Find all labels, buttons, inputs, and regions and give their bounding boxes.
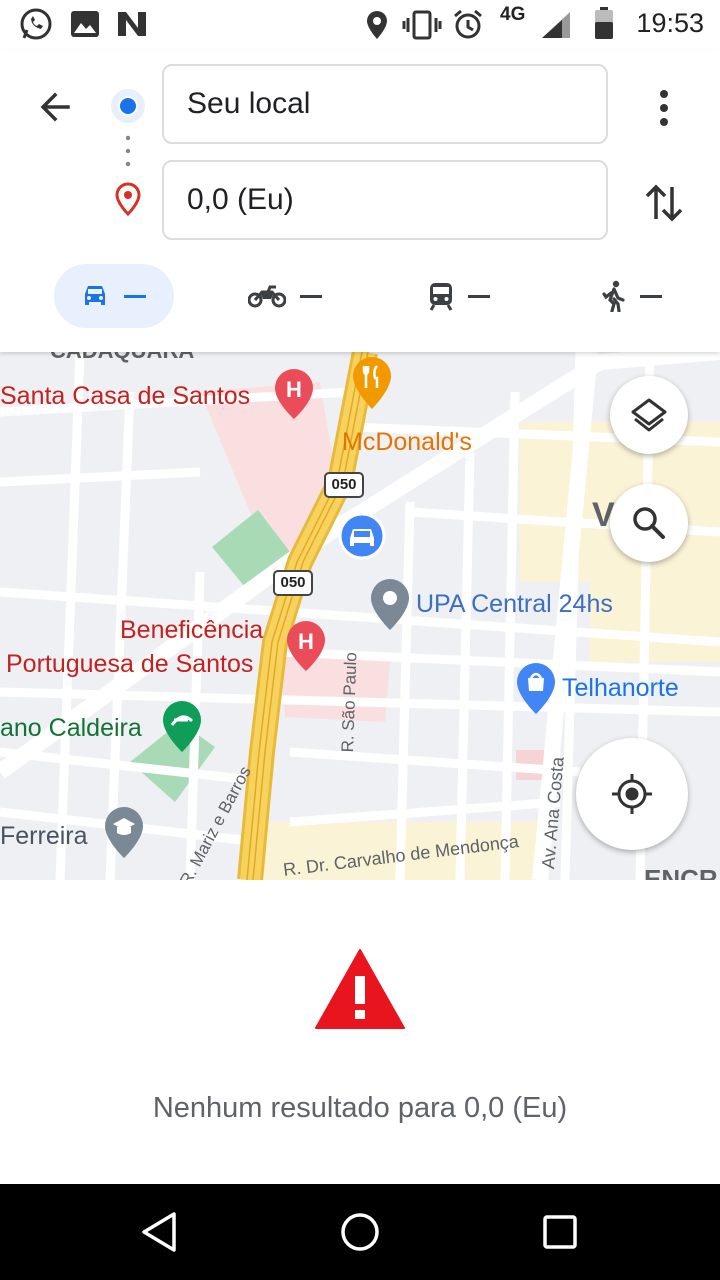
mode-transit-button[interactable]: [428, 264, 490, 328]
my-location-button[interactable]: [576, 738, 688, 850]
map-label-top: CADAQUARA: [50, 352, 194, 364]
nav-recents-icon[interactable]: [534, 1206, 586, 1258]
vibrate-icon: [402, 10, 442, 40]
map-label-bottom-right: ENCR: [644, 864, 718, 880]
motorcycle-icon: [248, 285, 286, 308]
svg-text:H: H: [298, 629, 314, 654]
car-icon: [85, 286, 105, 305]
hospital-pin-icon[interactable]: H: [274, 368, 314, 420]
destination-input[interactable]: 0,0 (Eu): [162, 160, 608, 240]
car-duration: [124, 294, 146, 298]
warning-icon: [315, 949, 405, 1029]
nav-home-icon[interactable]: [334, 1206, 386, 1258]
map-view[interactable]: CADAQUARA Santa Casa de Santos H McDonal…: [0, 352, 720, 880]
my-location-icon: [612, 774, 652, 814]
map-label-telhanorte[interactable]: Telhanorte: [562, 674, 679, 703]
signal-icon: [542, 12, 570, 38]
n-icon: [118, 12, 146, 36]
layers-button[interactable]: [610, 376, 688, 454]
school-pin-icon[interactable]: [104, 806, 144, 860]
battery-icon: [595, 7, 613, 39]
location-icon: [367, 11, 387, 39]
hospital-pin-icon-2[interactable]: H: [286, 620, 326, 672]
result-panel: Nenhum resultado para 0,0 (Eu): [0, 880, 720, 1184]
whatsapp-icon: [20, 8, 52, 40]
mode-walk-button[interactable]: [602, 264, 662, 328]
street-sao-paulo: R. São Paulo: [338, 651, 361, 753]
shopping-pin-icon[interactable]: [516, 662, 556, 716]
transit-duration: [468, 294, 490, 298]
more-options-icon[interactable]: [640, 80, 688, 136]
route-shield-2: 050: [273, 570, 313, 596]
train-icon: [429, 283, 453, 311]
directions-header: Seu local 0,0 (Eu): [0, 50, 720, 352]
nav-back-icon[interactable]: [134, 1206, 186, 1258]
map-label-beneficencia-1[interactable]: Beneficência: [120, 616, 263, 645]
restaurant-pin-icon[interactable]: [352, 356, 392, 412]
system-navigation-bar: [0, 1184, 720, 1280]
swap-direction-icon[interactable]: [636, 175, 692, 231]
place-pin-icon[interactable]: [370, 578, 410, 632]
park-pin-icon[interactable]: [162, 700, 202, 754]
search-icon: [633, 507, 665, 539]
origin-dot-icon: [111, 89, 145, 123]
map-label-beneficencia-2[interactable]: Portuguesa de Santos: [6, 650, 253, 679]
svg-text:H: H: [286, 377, 302, 402]
map-label-upa[interactable]: UPA Central 24hs: [416, 590, 613, 619]
destination-pin-icon: [115, 182, 141, 216]
status-bar: 4G 19:53: [0, 0, 720, 50]
network-type: 4G: [500, 4, 526, 25]
back-arrow-icon[interactable]: [28, 80, 84, 136]
route-connector: [125, 135, 131, 167]
route-shield: 050: [324, 472, 364, 498]
map-label-caldeira[interactable]: ano Caldeira: [0, 714, 142, 743]
layers-icon: [631, 398, 667, 432]
map-label-mcdonalds[interactable]: McDonald's: [342, 428, 472, 457]
origin-input[interactable]: Seu local: [162, 64, 608, 144]
search-along-route-button[interactable]: [610, 484, 688, 562]
map-label-ferreira[interactable]: Ferreira: [0, 822, 88, 851]
walk-duration: [640, 294, 662, 298]
walking-icon: [602, 280, 625, 312]
motorcycle-duration: [300, 294, 322, 298]
no-result-message: Nenhum resultado para 0,0 (Eu): [152, 1092, 568, 1124]
clock: 19:53: [636, 8, 704, 38]
mode-motorcycle-button[interactable]: [248, 264, 322, 328]
image-icon: [71, 11, 99, 37]
map-label-santa-casa[interactable]: Santa Casa de Santos: [0, 382, 250, 411]
mode-car-button[interactable]: [54, 264, 174, 328]
alarm-icon: [454, 9, 482, 39]
car-location-icon: [338, 512, 386, 560]
